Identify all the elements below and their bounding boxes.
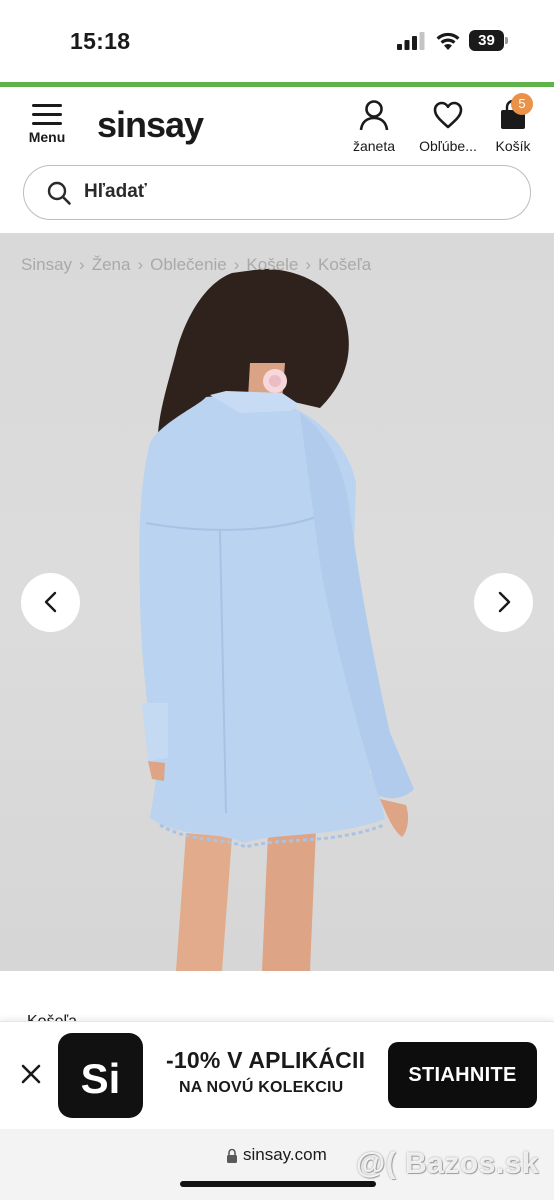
chevron-right-icon: › (305, 255, 312, 274)
user-icon (359, 100, 389, 131)
brand-logo[interactable]: sinsay (97, 104, 204, 146)
wifi-icon (436, 32, 460, 50)
chevron-right-icon (498, 591, 511, 613)
product-info: Košeľa (0, 971, 554, 1021)
previous-image-button[interactable] (21, 573, 80, 632)
chevron-right-icon: › (79, 255, 85, 274)
battery-icon: 39 (469, 30, 509, 51)
product-image-gallery[interactable]: Sinsay › Žena › Oblečenie › Košele › Košeľa (0, 233, 554, 971)
account-label: žaneta (352, 138, 396, 154)
battery-level: 39 (469, 30, 504, 51)
chevron-right-icon: › (233, 255, 240, 274)
account-button[interactable]: žaneta (348, 99, 400, 154)
cart-button[interactable]: 5 Košík (492, 93, 534, 154)
promo-subtext: NA NOVÚ KOLEKCIU (179, 1079, 344, 1096)
chevron-left-icon (44, 591, 57, 613)
lock-icon (227, 1148, 237, 1163)
promo-headline: -10% V APLIKÁCII (166, 1047, 366, 1073)
menu-label: Menu (28, 129, 66, 145)
app-logo: Si (58, 1033, 143, 1118)
app-download-banner: Si -10% V APLIKÁCII NA NOVÚ KOLEKCIU STI… (0, 1021, 554, 1129)
home-indicator (180, 1181, 376, 1187)
breadcrumb-item[interactable]: Košele (246, 255, 298, 275)
product-photo (139, 268, 414, 971)
next-image-button[interactable] (474, 573, 533, 632)
breadcrumb: Sinsay › Žena › Oblečenie › Košele › Košeľa (21, 255, 371, 275)
cart-count-badge: 5 (511, 93, 533, 115)
status-bar: 15:18 39 (0, 0, 554, 82)
cart-label: Košík (495, 138, 531, 154)
search-placeholder: Hľadať (84, 181, 147, 202)
product-title: Košeľa (27, 1013, 77, 1021)
search-input[interactable]: Hľadať (23, 165, 531, 220)
site-header: Menu sinsay žaneta Obľúbe... 5 Košík (0, 87, 554, 162)
status-time: 15:18 (70, 28, 131, 54)
watermark: @( Bazos.sk (356, 1147, 540, 1180)
hamburger-icon (32, 103, 62, 125)
breadcrumb-item[interactable]: Oblečenie (150, 255, 227, 275)
wishlist-button[interactable]: Obľúbe... (412, 99, 484, 154)
url-text: sinsay.com (243, 1145, 327, 1164)
browser-address-bar[interactable]: sinsay.com @( Bazos.sk (0, 1129, 554, 1200)
wishlist-label: Obľúbe... (419, 138, 477, 154)
app-logo-text: Si (80, 1055, 121, 1102)
chevron-right-icon: › (137, 255, 144, 274)
breadcrumb-item[interactable]: Žena (92, 255, 131, 275)
signal-icon (397, 32, 425, 50)
menu-button[interactable]: Menu (24, 103, 70, 151)
heart-icon (433, 101, 463, 129)
close-icon[interactable] (19, 1062, 43, 1086)
breadcrumb-item[interactable]: Sinsay (21, 255, 72, 275)
search-icon (47, 181, 71, 205)
breadcrumb-item-current: Košeľa (318, 255, 372, 274)
download-app-button[interactable]: STIAHNITE (388, 1042, 537, 1108)
